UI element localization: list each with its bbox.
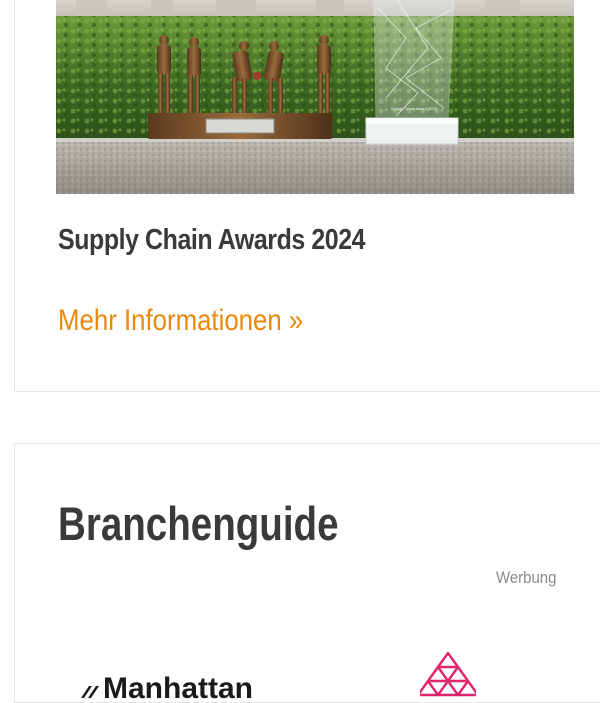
advertising-label: Werbung [496, 568, 557, 587]
pink-hexagon-logo-icon[interactable] [420, 651, 476, 699]
branchenguide-card: Branchenguide Werbung Manhattan [14, 443, 600, 703]
svg-text:Supply Chain Award 2023: Supply Chain Award 2023 [391, 106, 438, 111]
glass-trophy: Supply Chain Award 2023 [365, 0, 459, 145]
svg-text:Manhattan: Manhattan [103, 672, 253, 703]
awards-card: Supply Chain Award 2023 Supply Chain Awa… [14, 0, 600, 392]
branchenguide-title: Branchenguide [58, 497, 339, 550]
awards-photo[interactable]: Supply Chain Award 2023 [56, 0, 574, 194]
awards-title: Supply Chain Awards 2024 [58, 224, 366, 256]
more-info-link[interactable]: Mehr Informationen » [58, 304, 303, 338]
manhattan-logo-icon[interactable]: Manhattan [81, 672, 321, 703]
